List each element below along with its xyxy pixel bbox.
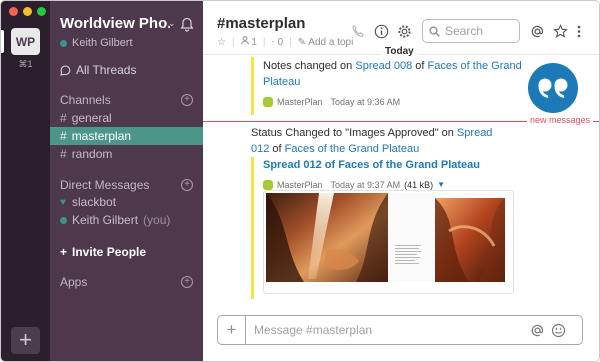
plus-icon: + (60, 245, 68, 259)
divider: | (231, 36, 235, 48)
app-name: MasterPlan (277, 97, 323, 107)
minimize-window-button[interactable] (23, 7, 32, 16)
search-input[interactable] (445, 24, 515, 38)
message-mid: of (269, 143, 285, 155)
current-user-name: Keith Gilbert (72, 37, 133, 49)
all-threads-link[interactable]: All Threads (60, 63, 136, 77)
hash-icon: # (60, 129, 67, 143)
bell-icon[interactable] (180, 17, 194, 32)
search-icon (429, 25, 440, 37)
new-messages-label[interactable]: new messages (526, 115, 593, 125)
add-topic-link[interactable]: ✎ Add a topi (298, 37, 354, 48)
attachment: Spread 012 of Faces of the Grand Plateau… (263, 157, 503, 193)
hash-icon: # (60, 147, 67, 161)
direct-messages-heading[interactable]: Direct Messages (60, 178, 149, 192)
quote-avatar-icon (528, 63, 578, 113)
close-window-button[interactable] (9, 7, 18, 16)
message-notes-changed: Notes changed on Spread 008 of Faces of … (263, 58, 523, 110)
dm-you-suffix: (you) (143, 213, 171, 227)
workspace-name[interactable]: Worldview Pho... (60, 15, 170, 32)
all-threads-label: All Threads (76, 63, 137, 77)
message-pane: #masterplan ☆ | 1 | ⋅ 0 | ✎ Add a topi S… (203, 1, 599, 361)
current-user[interactable]: Keith Gilbert (60, 37, 133, 49)
message-input[interactable] (254, 323, 524, 337)
invite-people-button[interactable]: + Invite People (60, 245, 146, 259)
canyon-spread-image (264, 191, 513, 293)
more-options-icon[interactable] (575, 24, 583, 39)
team-shortcut-label: ⌘1 (18, 59, 33, 69)
window-controls (9, 7, 46, 16)
sidebar-item-slackbot[interactable]: ♥ slackbot (60, 195, 116, 209)
channel-sidebar: Worldview Pho... ⌄ Keith Gilbert All Thr… (50, 1, 203, 361)
person-icon (240, 36, 249, 45)
zoom-window-button[interactable] (37, 7, 46, 16)
sidebar-item-keith-gilbert[interactable]: Keith Gilbert (you) (60, 213, 170, 227)
channels-heading[interactable]: Channels (60, 93, 111, 107)
divider: | (289, 36, 292, 48)
channel-title[interactable]: #masterplan (217, 15, 305, 32)
message-time[interactable]: Today at 9:36 AM (331, 94, 401, 110)
channel-label: random (71, 147, 113, 161)
message-prefix: Notes changed on (263, 60, 356, 72)
channel-meta: ☆ | 1 | ⋅ 0 | ✎ Add a topi (217, 36, 353, 48)
mentions-icon[interactable] (530, 24, 545, 39)
message-text: Notes changed on Spread 008 of Faces of … (263, 58, 523, 90)
member-count-value: 1 (251, 37, 257, 48)
team-tile-wp[interactable]: WP (11, 28, 40, 55)
phone-icon[interactable] (351, 24, 366, 39)
message-prefix: Status Changed to "Images Approved" on (251, 127, 457, 139)
pinned-count[interactable]: ⋅ 0 (272, 37, 284, 48)
message-composer: + (217, 315, 583, 345)
add-topic-label: Add a topi (308, 36, 354, 48)
dm-label: slackbot (72, 195, 117, 209)
slack-window: WP ⌘1 + Worldview Pho... ⌄ Keith Gilbert… (0, 0, 600, 362)
message-status-changed: Status Changed to "Images Approved" on S… (251, 125, 513, 157)
attachment-title[interactable]: Spread 012 of Faces of the Grand Plateau (263, 157, 503, 173)
spread-link[interactable]: Spread 008 (355, 60, 412, 72)
masterplan-logo-icon (263, 180, 273, 190)
member-count[interactable]: 1 (240, 36, 257, 48)
hash-icon: # (60, 111, 67, 125)
presence-dot-icon (60, 216, 67, 224)
dm-label: Keith Gilbert (72, 213, 139, 227)
invite-people-label: Invite People (72, 245, 147, 259)
project-link[interactable]: Faces of the Grand Plateau (285, 143, 420, 155)
apps-heading[interactable]: Apps (60, 275, 87, 289)
chevron-down-icon[interactable]: ⌄ (168, 18, 176, 29)
message-mid: of (412, 60, 428, 72)
pencil-icon: ✎ (297, 36, 307, 48)
add-dm-icon[interactable]: + (181, 179, 193, 191)
gear-icon[interactable] (397, 24, 412, 39)
add-app-icon[interactable]: + (181, 276, 193, 288)
sidebar-item-general[interactable]: # general (50, 109, 203, 127)
presence-dot-icon (60, 39, 67, 47)
mention-icon[interactable] (530, 323, 545, 338)
add-team-button[interactable]: + (11, 327, 40, 354)
message-attribution: MasterPlan Today at 9:36 AM (263, 94, 523, 110)
sidebar-item-masterplan[interactable]: # masterplan (50, 127, 203, 145)
add-channel-icon[interactable]: + (181, 94, 193, 106)
masterplan-logo-icon (263, 97, 273, 107)
active-team-marker (1, 30, 4, 53)
channel-label: general (71, 111, 112, 125)
search-box[interactable] (422, 19, 520, 43)
pinned-count-value: 0 (277, 36, 284, 48)
attachment-bar (251, 157, 254, 299)
pin-icon: ⋅ (271, 36, 275, 48)
channel-label: masterplan (71, 129, 132, 143)
sidebar-item-random[interactable]: # random (50, 145, 203, 163)
attachment-bar (251, 57, 254, 115)
team-switcher: WP ⌘1 + (1, 1, 50, 361)
divider: | (262, 36, 266, 48)
threads-icon (60, 64, 71, 76)
spread-preview-image[interactable] (263, 190, 514, 294)
day-divider: Today (381, 46, 418, 57)
info-icon[interactable] (374, 24, 389, 39)
heart-icon: ♥ (60, 196, 66, 208)
star-icon[interactable]: ☆ (217, 37, 226, 48)
emoji-icon[interactable] (551, 323, 566, 338)
starred-items-icon[interactable] (553, 24, 568, 39)
add-attachment-button[interactable]: + (218, 315, 246, 345)
